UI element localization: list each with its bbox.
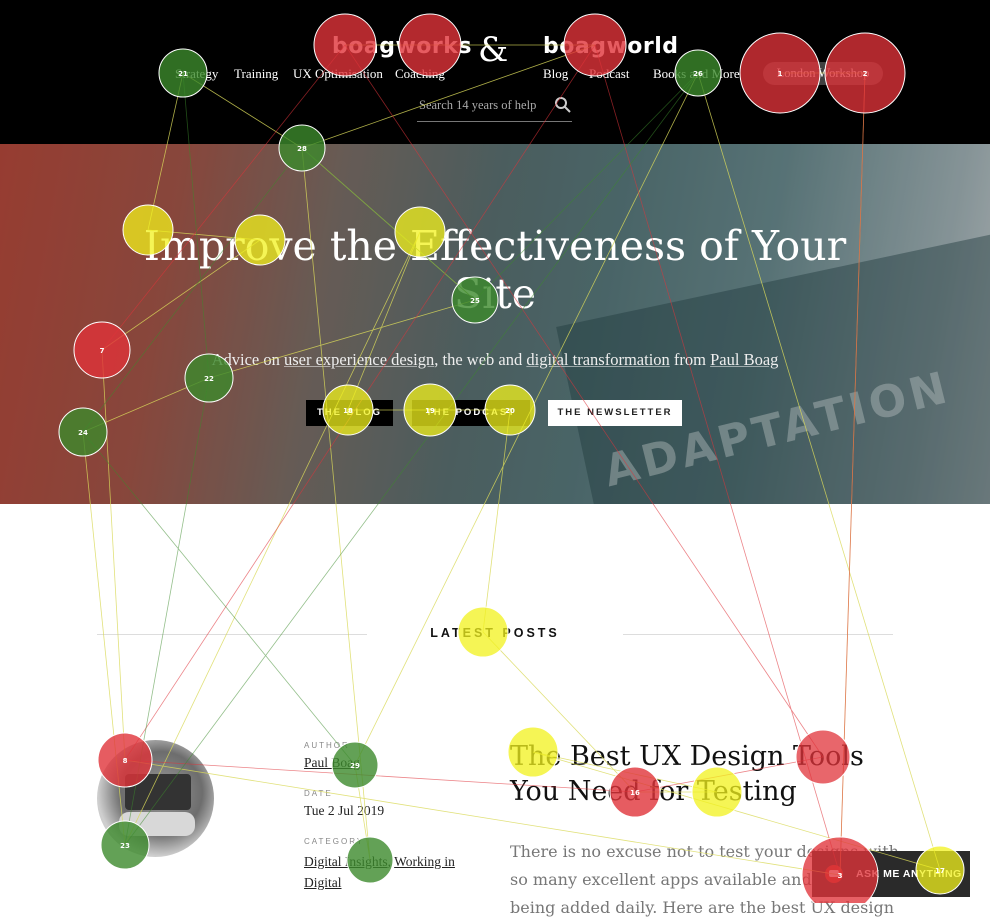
hero-subtitle: Advice on user experience design, the we… [110,350,880,370]
category-label: CATEGORY [304,837,365,846]
nav-blog[interactable]: Blog [543,66,568,82]
category-working-in-digital[interactable]: Working in [394,854,455,869]
paul-boag-link[interactable]: Paul Boag [710,350,778,369]
digital-transformation-link[interactable]: digital transformation [526,350,669,369]
hero-title: Improve the Effectiveness of Your Site [143,222,847,318]
site-header: boagworks & boagworld Strategy Training … [0,0,990,144]
boagworks-logo[interactable]: boagworks [332,34,472,59]
search-box [417,95,572,122]
boagworld-logo[interactable]: boagworld [543,34,679,59]
hero-shade [0,144,990,504]
hero-section: ADAPTATION [0,144,990,504]
category-digital-insights[interactable]: Digital Insights [304,854,388,869]
divider-right [623,634,893,635]
divider-left [97,634,367,635]
search-icon[interactable] [554,96,572,114]
post-title-line[interactable]: You Need for Testing [510,774,910,809]
author-label: AUTHOR [304,741,350,750]
post-title-line[interactable]: The Best UX Design Tools [510,739,910,774]
date-value: Tue 2 Jul 2019 [304,803,385,818]
author-link[interactable]: Paul Boag [304,755,360,770]
nav-ux-optimisation[interactable]: UX Optimisation [293,66,383,82]
category-value: Digital Insights, Working in Digital [304,851,455,893]
hero-subtitle-text: Advice on [211,350,284,369]
ask-me-anything-button[interactable]: ASK ME ANYTHING [812,851,970,897]
the-newsletter-button[interactable]: THE NEWSLETTER [548,400,682,426]
london-workshop-button[interactable]: London Workshop [763,62,883,85]
post-thumbnail[interactable] [97,740,214,857]
hero-subtitle-text: , the web and [434,350,527,369]
nav-training[interactable]: Training [234,66,278,82]
search-input[interactable] [417,97,551,114]
the-blog-button[interactable]: THE BLOG [306,400,393,426]
nav-strategy[interactable]: Strategy [175,66,218,82]
nav-coaching[interactable]: Coaching [395,66,445,82]
ux-design-link[interactable]: user experience design [284,350,434,369]
chat-icon [825,865,843,883]
laptop-image [125,774,191,810]
excerpt-line: being added daily. Here are the best UX … [510,898,895,917]
post-title[interactable]: The Best UX Design Tools You Need for Te… [510,739,910,809]
nav-books-and-more[interactable]: Books and More [653,66,740,82]
date-label: DATE [304,789,333,798]
latest-posts-heading: LATEST POSTS [430,626,560,640]
hands-image [119,812,195,836]
hero-subtitle-text: from [669,350,711,369]
ask-me-anything-label: ASK ME ANYTHING [856,868,962,880]
author-value[interactable]: Paul Boag [304,755,360,771]
ampersand-logo: & [478,30,509,70]
nav-podcast[interactable]: Podcast [589,66,629,82]
the-podcast-button[interactable]: THE PODCAST [412,400,530,426]
category-working-in-digital-2[interactable]: Digital [304,875,342,890]
